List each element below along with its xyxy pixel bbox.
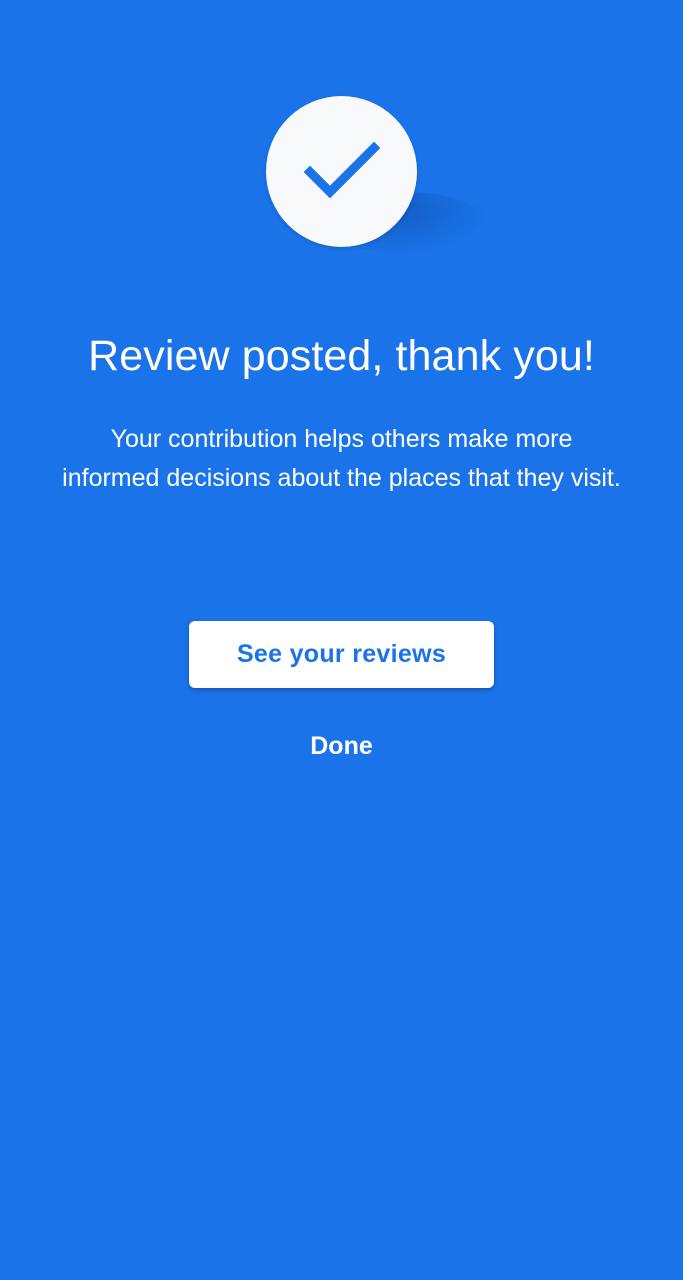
checkmark-icon <box>303 141 380 198</box>
confirmation-title: Review posted, thank you! <box>88 332 595 380</box>
see-your-reviews-button[interactable]: See your reviews <box>189 621 494 688</box>
success-badge <box>266 96 486 254</box>
review-posted-screen: Review posted, thank you! Your contribut… <box>0 0 683 1280</box>
badge-circle <box>266 96 417 247</box>
confirmation-message: Your contribution helps others make more… <box>62 425 621 492</box>
done-button[interactable]: Done <box>271 722 412 770</box>
